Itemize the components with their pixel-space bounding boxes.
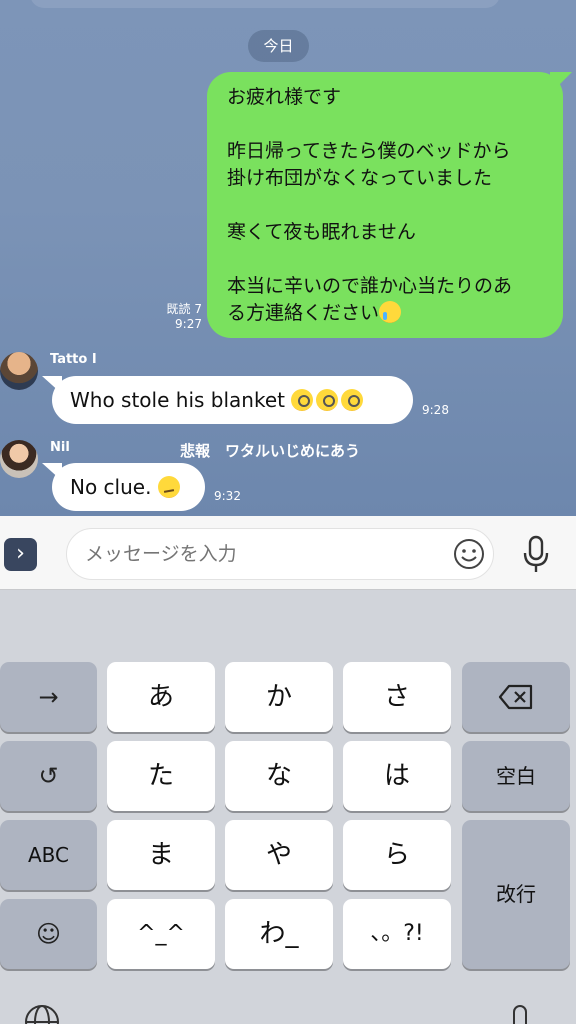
undo-icon: ↺ <box>38 762 59 790</box>
kana-key-ya[interactable]: や <box>225 820 333 890</box>
incoming-message-bubble[interactable]: No clue. <box>52 463 205 511</box>
key-label: さ <box>383 682 410 712</box>
key-label: ら <box>383 840 410 870</box>
key-label: 空白 <box>496 764 536 788</box>
message-time: 9:32 <box>214 489 241 503</box>
message-line: 掛け布団がなくなっていました <box>227 167 493 189</box>
undo-key[interactable]: ↺ <box>0 741 97 811</box>
kaomoji-key[interactable]: ^_^ <box>107 899 215 969</box>
message-input[interactable] <box>66 528 494 580</box>
emoji-keyboard-icon: ☺ <box>35 920 62 948</box>
message-line: お疲れ様です <box>227 86 342 108</box>
chevron-right-icon: › <box>16 541 25 566</box>
key-label: な <box>265 761 292 791</box>
kana-key-ka[interactable]: か <box>225 662 333 732</box>
message-line: 昨日帰ってきたら僕のベッドから <box>227 140 511 162</box>
key-label: か <box>265 682 292 712</box>
expand-menu-button[interactable]: › <box>4 538 37 571</box>
sender-name: Nil <box>50 440 70 455</box>
kana-key-ha[interactable]: は <box>343 741 451 811</box>
confused-face-emoji <box>157 476 180 498</box>
message-line: 本当に辛いので誰か心当たりのあ <box>227 275 513 297</box>
notification-banner: 悲報 ワタルいじめにあう <box>180 442 361 460</box>
emoji-key[interactable]: ☺ <box>0 899 97 969</box>
enter-key[interactable]: 改行 <box>462 820 570 969</box>
microphone-icon[interactable] <box>520 534 552 574</box>
kana-key-a[interactable]: あ <box>107 662 215 732</box>
message-text: No clue. <box>70 475 152 499</box>
avatar[interactable] <box>0 352 38 390</box>
key-label: た <box>147 761 174 791</box>
kana-key-wa[interactable]: わ_ <box>225 899 333 969</box>
read-receipt: 既読 7 9:27 <box>158 302 202 332</box>
message-line: る方連絡ください <box>227 300 545 327</box>
sender-name: Tatto I <box>50 352 97 367</box>
key-label: 改行 <box>496 882 536 906</box>
key-label: あ <box>147 682 174 712</box>
key-label: は <box>383 761 410 791</box>
message-time: 9:27 <box>175 317 202 331</box>
message-line: 寒くて夜も眠れません <box>227 221 416 243</box>
kana-key-ra[interactable]: ら <box>343 820 451 890</box>
read-count: 既読 7 <box>166 302 202 316</box>
emoji-icon[interactable] <box>452 537 486 571</box>
crying-face-emoji <box>379 301 402 323</box>
key-label: ^_^ <box>137 921 185 946</box>
abc-key[interactable]: ABC <box>0 820 97 890</box>
arrow-right-key[interactable]: → <box>0 662 97 732</box>
key-label: や <box>265 840 292 870</box>
outgoing-message-bubble[interactable]: お疲れ様です 昨日帰ってきたら僕のベッドから 掛け布団がなくなっていました 寒く… <box>207 72 563 338</box>
message-time: 9:28 <box>422 403 449 417</box>
japanese-keyboard: → ↺ ABC ☺ あ か さ た な は ま や ら ^_^ わ_ 、。?! … <box>0 590 576 1024</box>
incoming-message-bubble[interactable]: Who stole his blanket <box>52 376 413 424</box>
key-label: ま <box>147 840 174 870</box>
monocle-face-emoji <box>341 389 364 411</box>
kana-key-sa[interactable]: さ <box>343 662 451 732</box>
chat-area: 今日 お疲れ様です 昨日帰ってきたら僕のベッドから 掛け布団がなくなっていました… <box>0 0 576 516</box>
monocle-face-emoji <box>291 389 314 411</box>
date-chip: 今日 <box>248 30 309 62</box>
kana-key-ma[interactable]: ま <box>107 820 215 890</box>
monocle-face-emoji <box>316 389 339 411</box>
backspace-key[interactable] <box>462 662 570 732</box>
key-label: 、。?! <box>370 921 424 946</box>
space-key[interactable]: 空白 <box>462 741 570 811</box>
dictation-microphone-icon[interactable] <box>500 1002 540 1024</box>
kana-key-na[interactable]: な <box>225 741 333 811</box>
message-input-bar: › <box>0 516 576 590</box>
backspace-icon <box>498 684 533 710</box>
message-text: Who stole his blanket <box>70 388 285 412</box>
previous-message-edge <box>30 0 500 8</box>
avatar[interactable] <box>0 440 38 478</box>
message-line-text: る方連絡ください <box>227 302 380 324</box>
abc-key-label: ABC <box>27 843 69 867</box>
arrow-right-icon: → <box>38 683 59 711</box>
kana-key-ta[interactable]: た <box>107 741 215 811</box>
punctuation-key[interactable]: 、。?! <box>343 899 451 969</box>
globe-icon[interactable] <box>22 1002 62 1024</box>
key-label: わ_ <box>259 919 299 949</box>
